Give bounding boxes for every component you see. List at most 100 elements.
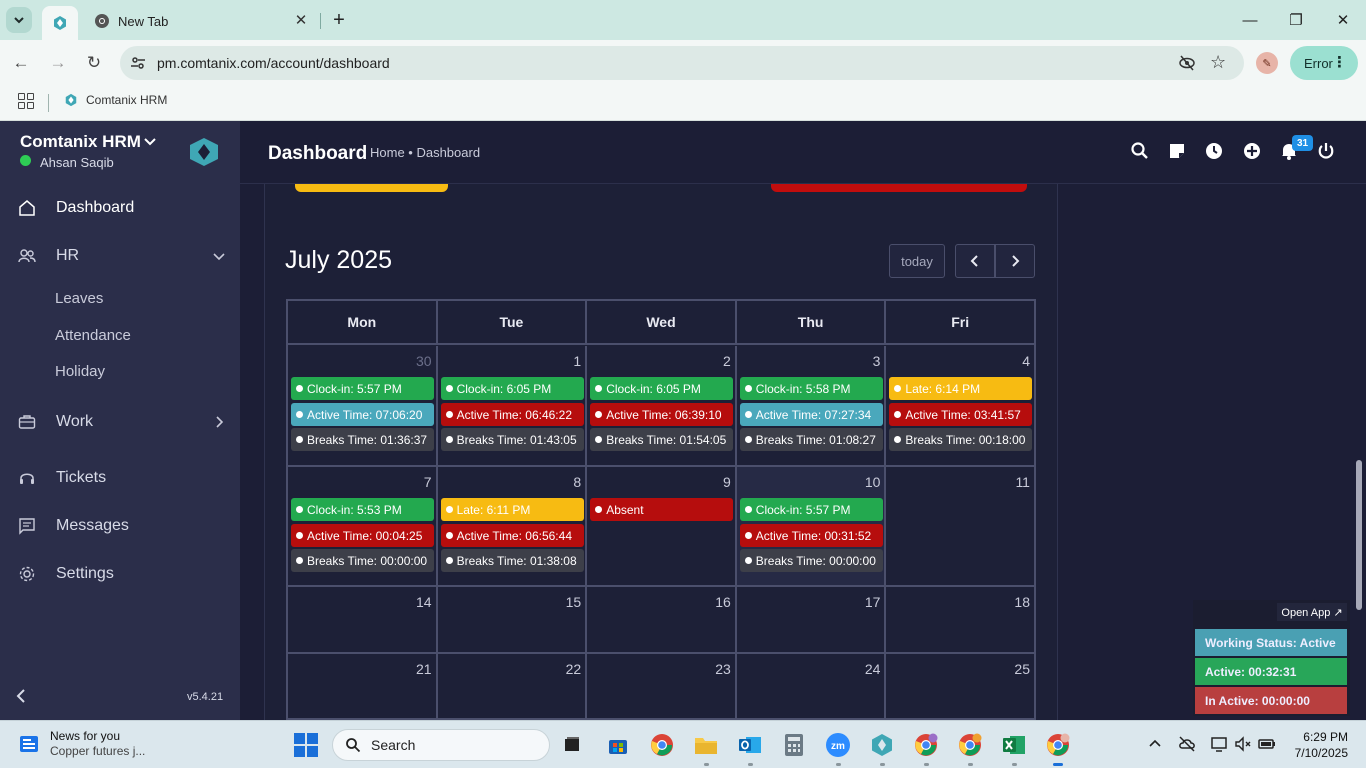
calendar-day-cell[interactable]: 1 Clock-in: 6:05 PM Active Time: 06:46:22 B… xyxy=(437,346,588,467)
attendance-event[interactable]: Clock-in: 5:57 PM xyxy=(739,498,883,521)
attendance-event[interactable]: Breaks Time: 00:00:00 xyxy=(291,549,434,572)
attendance-event[interactable]: Breaks Time: 00:18:00 xyxy=(889,428,1033,451)
calendar-day-cell[interactable]: 30 Clock-in: 5:57 PM Active Time: 07:06:20… xyxy=(288,346,438,467)
attendance-event[interactable]: Breaks Time: 00:00:00 xyxy=(739,549,883,572)
sticky-note-icon[interactable] xyxy=(1167,141,1187,161)
calendar-day-cell[interactable]: 7 Clock-in: 5:53 PM Active Time: 00:04:25 B… xyxy=(288,467,438,587)
collapse-sidebar-icon[interactable] xyxy=(14,687,28,705)
tab-pinned-comtanix[interactable] xyxy=(42,6,78,40)
chevron-up-icon[interactable] xyxy=(1146,735,1164,753)
calculator-icon[interactable] xyxy=(780,731,808,759)
day-number[interactable]: 7 xyxy=(424,474,432,490)
close-tab-icon[interactable]: ✕ xyxy=(292,11,310,29)
tab-search-button[interactable] xyxy=(6,7,32,33)
attendance-event[interactable]: Active Time: 00:04:25 xyxy=(291,524,434,547)
site-settings-icon[interactable] xyxy=(130,55,146,71)
day-number[interactable]: 1 xyxy=(573,353,581,369)
today-button[interactable]: today xyxy=(889,244,945,278)
sidebar-item-tickets[interactable]: Tickets xyxy=(0,460,240,496)
red-button-peek[interactable] xyxy=(771,184,1027,192)
chrome-active-icon[interactable] xyxy=(1044,731,1072,766)
day-number[interactable]: 2 xyxy=(723,353,731,369)
calendar-day-cell[interactable]: 15 xyxy=(437,587,588,654)
open-app-button[interactable]: Open App ↗ xyxy=(1277,603,1347,621)
attendance-event[interactable]: Breaks Time: 01:54:05 xyxy=(590,428,734,451)
day-number[interactable]: 22 xyxy=(566,661,582,677)
attendance-event[interactable]: Breaks Time: 01:36:37 xyxy=(291,428,434,451)
chrome-profile-3-icon[interactable] xyxy=(956,731,984,766)
bookmark-comtanix[interactable]: Comtanix HRM xyxy=(64,93,167,107)
calendar-day-cell[interactable]: 17 xyxy=(736,587,887,654)
attendance-event[interactable]: Active Time: 07:06:20 xyxy=(291,403,434,426)
outlook-icon[interactable] xyxy=(736,731,764,766)
sidebar-subitem-attendance[interactable]: Attendance xyxy=(55,327,131,344)
back-button[interactable]: ← xyxy=(8,50,34,76)
attendance-event[interactable]: Active Time: 00:31:52 xyxy=(739,524,883,547)
day-number[interactable]: 16 xyxy=(715,594,731,610)
extension-icon[interactable]: ✎ xyxy=(1256,52,1278,74)
comtanix-app-icon[interactable] xyxy=(868,731,896,766)
day-number[interactable]: 25 xyxy=(1014,661,1030,677)
attendance-event[interactable]: Active Time: 06:46:22 xyxy=(440,403,584,426)
volume-muted-icon[interactable] xyxy=(1234,735,1252,753)
news-widget[interactable]: News for you Copper futures j... xyxy=(18,729,145,758)
calendar-day-cell[interactable]: 18 xyxy=(886,587,1036,654)
profile-error-button[interactable]: Error ⋮ xyxy=(1290,46,1358,80)
sidebar-item-messages[interactable]: Messages xyxy=(0,508,240,544)
calendar-day-cell[interactable]: 10 Clock-in: 5:57 PM Active Time: 00:31:52… xyxy=(736,467,887,587)
day-number[interactable]: 15 xyxy=(566,594,582,610)
day-number[interactable]: 24 xyxy=(865,661,881,677)
sidebar-item-hr[interactable]: HR xyxy=(0,238,240,274)
attendance-event[interactable]: Active Time: 03:41:57 xyxy=(889,403,1033,426)
minimize-button[interactable]: — xyxy=(1238,8,1262,32)
calendar-day-cell[interactable]: 8 Late: 6:11 PM Active Time: 06:56:44 Break… xyxy=(437,467,588,587)
attendance-event[interactable]: Active Time: 06:56:44 xyxy=(440,524,584,547)
system-clock[interactable]: 6:29 PM 7/10/2025 xyxy=(1290,729,1348,761)
chrome-profile-2-icon[interactable] xyxy=(912,731,940,766)
address-bar[interactable]: pm.comtanix.com/account/dashboard ☆ xyxy=(120,46,1244,80)
attendance-event[interactable]: Breaks Time: 01:38:08 xyxy=(440,549,584,572)
attendance-event[interactable]: Clock-in: 6:05 PM xyxy=(440,377,584,400)
day-number[interactable]: 8 xyxy=(573,474,581,490)
network-icon[interactable] xyxy=(1210,735,1228,753)
battery-icon[interactable] xyxy=(1258,735,1276,753)
day-number[interactable]: 11 xyxy=(1015,474,1030,490)
eye-off-icon[interactable] xyxy=(1178,54,1196,72)
store-icon[interactable] xyxy=(604,731,632,759)
attendance-event[interactable]: Clock-in: 6:05 PM xyxy=(590,377,734,400)
attendance-event[interactable]: Breaks Time: 01:08:27 xyxy=(739,428,883,451)
apps-grid-icon[interactable] xyxy=(18,93,34,109)
attendance-event[interactable]: Clock-in: 5:57 PM xyxy=(291,377,434,400)
maximize-button[interactable]: ❐ xyxy=(1284,8,1308,32)
day-number[interactable]: 18 xyxy=(1014,594,1030,610)
sidebar-item-dashboard[interactable]: Dashboard xyxy=(0,190,240,226)
calendar-day-cell[interactable]: 11 xyxy=(886,467,1036,587)
prev-month-button[interactable] xyxy=(955,244,995,278)
day-number[interactable]: 21 xyxy=(416,661,432,677)
day-number[interactable]: 17 xyxy=(865,594,881,610)
attendance-event[interactable]: Absent xyxy=(590,498,734,521)
chevron-down-icon[interactable] xyxy=(142,133,158,149)
forward-button[interactable]: → xyxy=(45,50,71,76)
windows-start-icon[interactable] xyxy=(294,733,318,757)
attendance-event[interactable]: Active Time: 07:27:34 xyxy=(739,403,883,426)
day-number[interactable]: 9 xyxy=(723,474,731,490)
clock-icon[interactable] xyxy=(1204,141,1224,161)
sidebar-item-settings[interactable]: Settings xyxy=(0,556,240,592)
zoom-icon[interactable]: zm xyxy=(824,731,852,766)
file-explorer-icon[interactable] xyxy=(692,731,720,766)
tab-new-tab[interactable]: New Tab xyxy=(84,6,320,36)
attendance-event[interactable]: Late: 6:11 PM xyxy=(440,498,584,521)
day-number[interactable]: 14 xyxy=(416,594,432,610)
power-icon[interactable] xyxy=(1316,141,1336,161)
attendance-event[interactable]: Late: 6:14 PM xyxy=(889,377,1033,400)
close-window-button[interactable]: ✕ xyxy=(1331,8,1355,32)
brand-name[interactable]: Comtanix HRM xyxy=(20,132,141,152)
sidebar-item-work[interactable]: Work xyxy=(0,404,240,440)
breadcrumb[interactable]: Home • Dashboard xyxy=(370,145,480,160)
search-icon[interactable] xyxy=(1130,141,1150,161)
attendance-event[interactable]: Clock-in: 5:53 PM xyxy=(291,498,434,521)
task-view-icon[interactable] xyxy=(558,731,586,759)
excel-icon[interactable] xyxy=(1000,731,1028,766)
calendar-day-cell[interactable]: 2 Clock-in: 6:05 PM Active Time: 06:39:10 B… xyxy=(587,346,737,467)
